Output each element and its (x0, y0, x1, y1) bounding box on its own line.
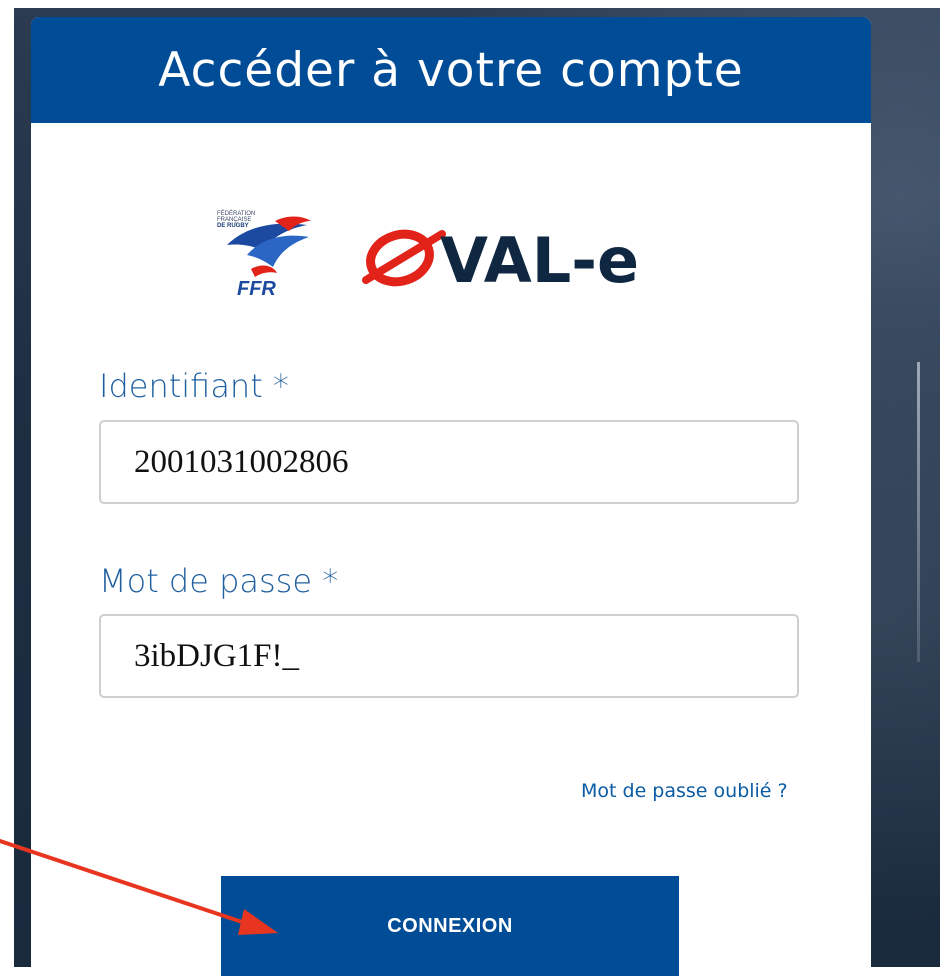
identifiant-input[interactable] (99, 420, 799, 504)
left-edge (0, 0, 14, 967)
annotation-arrow (0, 839, 278, 935)
top-edge (0, 0, 940, 8)
login-header: Accéder à votre compte (31, 17, 871, 123)
password-label: Mot de passe * (99, 562, 339, 600)
ffr-line-1: FÉDÉRATION (217, 210, 255, 217)
oval-e-logo: VAL-e (362, 224, 639, 290)
password-input[interactable] (99, 614, 799, 698)
ffr-line-3: DE RUGBY (217, 223, 249, 229)
login-card: Accéder à votre compte FÉDÉRATION FRANÇA… (31, 17, 871, 977)
page-title: Accéder à votre compte (158, 42, 744, 98)
oval-e-text: VAL-e (440, 224, 639, 290)
goal-post (917, 362, 920, 662)
identifiant-label: Identifiant * (99, 367, 289, 405)
forgot-password-link[interactable]: Mot de passe oublié ? (581, 780, 788, 802)
logo-row: FÉDÉRATION FRANÇAISE DE RUGBY FFR VAL-e (217, 207, 697, 307)
ffr-text: FFR (237, 278, 276, 299)
ffr-logo: FÉDÉRATION FRANÇAISE DE RUGBY FFR (217, 210, 311, 299)
